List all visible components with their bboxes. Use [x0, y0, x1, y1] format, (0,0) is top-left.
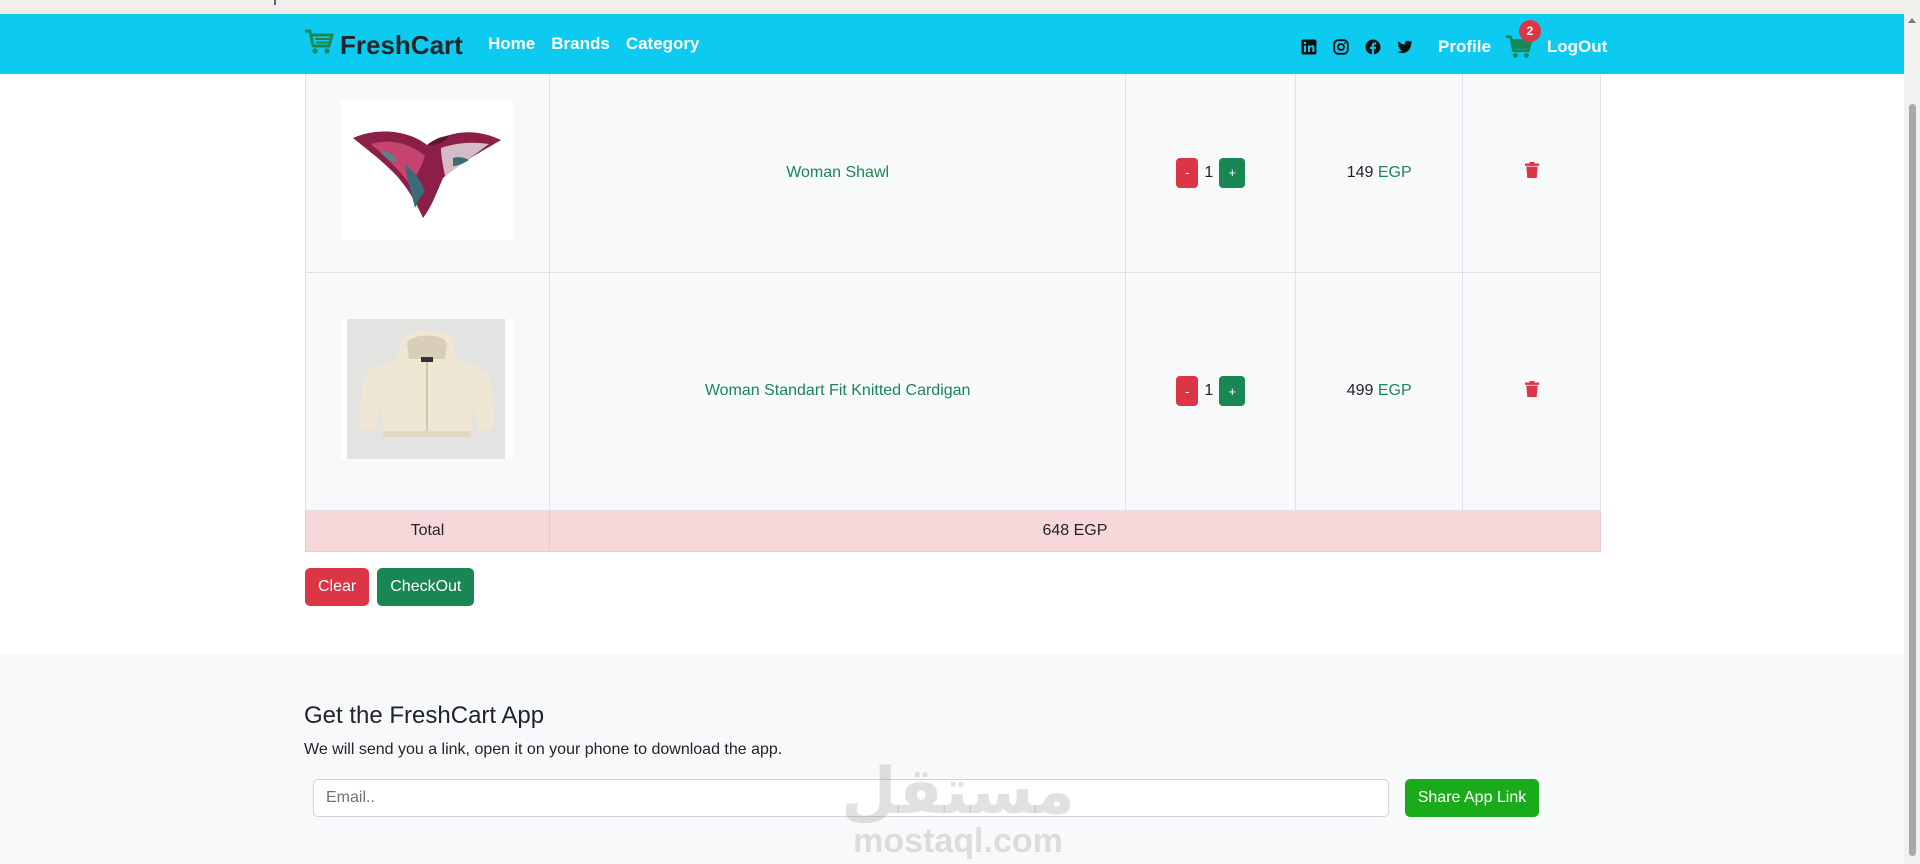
- price-cell: 149 EGP: [1295, 74, 1464, 273]
- cart-count-badge: 2: [1518, 20, 1541, 42]
- product-image-cell: [305, 74, 550, 273]
- quantity-cell: - 1 +: [1125, 74, 1297, 273]
- cart-link[interactable]: 2: [1505, 20, 1541, 60]
- navbar: FreshCart Home Brands Category Profile 2…: [0, 14, 1904, 74]
- product-name[interactable]: Woman Shawl: [786, 164, 889, 181]
- decrease-quantity-button[interactable]: -: [1176, 376, 1199, 406]
- nav-link-category[interactable]: Category: [626, 34, 700, 54]
- nav-link-brands[interactable]: Brands: [551, 34, 610, 54]
- cart-actions: Clear CheckOut: [305, 568, 475, 606]
- strip-mark: [274, 0, 276, 5]
- total-row: Total 648 EGP: [305, 509, 1602, 552]
- increase-quantity-button[interactable]: +: [1219, 376, 1246, 406]
- scrollbar-thumb[interactable]: [1909, 104, 1916, 856]
- nav-links: Home Brands Category: [488, 34, 700, 54]
- product-image-shawl: [341, 100, 514, 241]
- quantity-value: 1: [1204, 163, 1214, 181]
- delete-cell: [1462, 271, 1601, 511]
- trash-icon[interactable]: [1524, 162, 1539, 182]
- quantity-stepper: - 1 +: [1176, 376, 1246, 406]
- table-row: Woman Standart Fit Knitted Cardigan - 1 …: [305, 271, 1601, 511]
- nav-link-home[interactable]: Home: [488, 34, 535, 54]
- share-app-link-button[interactable]: Share App Link: [1405, 779, 1539, 817]
- quantity-stepper: - 1 +: [1176, 157, 1246, 188]
- logout-link[interactable]: LogOut: [1547, 37, 1607, 57]
- email-input[interactable]: [313, 779, 1389, 817]
- total-value: 648 EGP: [548, 509, 1602, 552]
- browser-top-strip: [0, 0, 1920, 14]
- table-row: Woman Shawl - 1 + 149 EGP: [305, 74, 1601, 273]
- instagram-icon[interactable]: [1332, 38, 1350, 56]
- cart-logo-icon: [304, 28, 334, 63]
- product-image-cardigan: [341, 318, 514, 459]
- clear-cart-button[interactable]: Clear: [305, 568, 370, 606]
- product-name-cell: Woman Shawl: [548, 74, 1127, 273]
- decrease-quantity-button[interactable]: -: [1176, 157, 1199, 188]
- price-currency: EGP: [1377, 382, 1412, 399]
- cart-icon: [1505, 35, 1533, 64]
- brand-name: FreshCart: [340, 29, 463, 60]
- increase-quantity-button[interactable]: +: [1219, 157, 1246, 188]
- page-scrollbar[interactable]: [1904, 14, 1920, 864]
- price-value: 149: [1346, 163, 1374, 181]
- price-currency: EGP: [1377, 163, 1412, 181]
- delete-cell: [1462, 74, 1601, 273]
- product-name[interactable]: Woman Standart Fit Knitted Cardigan: [705, 382, 971, 399]
- product-image-cell: [305, 271, 550, 511]
- profile-link[interactable]: Profile: [1438, 37, 1491, 57]
- price-cell: 499 EGP: [1295, 271, 1464, 511]
- product-name-cell: Woman Standart Fit Knitted Cardigan: [548, 271, 1127, 511]
- footer: Get the FreshCart App We will send you a…: [0, 654, 1904, 864]
- twitter-icon[interactable]: [1396, 38, 1414, 56]
- facebook-icon[interactable]: [1364, 38, 1382, 56]
- cart-table: Woman Shawl - 1 + 149 EGP Woman Standart…: [305, 74, 1602, 552]
- linkedin-icon[interactable]: [1300, 38, 1318, 56]
- nav-right: Profile 2 LogOut: [1300, 20, 1607, 62]
- quantity-cell: - 1 +: [1125, 271, 1297, 511]
- price-value: 499: [1346, 382, 1374, 399]
- brand-logo[interactable]: FreshCart: [304, 28, 463, 63]
- footer-subtitle: We will send you a link, open it on your…: [304, 741, 783, 758]
- scroll-up-arrow-icon[interactable]: [1908, 18, 1916, 23]
- trash-icon[interactable]: [1524, 380, 1539, 401]
- quantity-value: 1: [1204, 382, 1214, 399]
- footer-title: Get the FreshCart App: [304, 702, 545, 729]
- checkout-button[interactable]: CheckOut: [377, 568, 475, 606]
- total-label: Total: [305, 509, 550, 552]
